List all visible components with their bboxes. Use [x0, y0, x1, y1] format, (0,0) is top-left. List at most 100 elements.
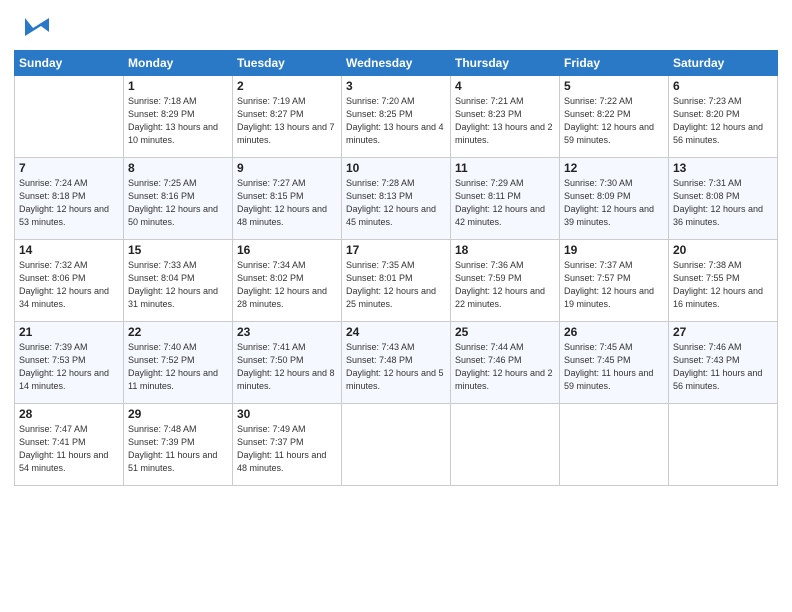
sunrise-text: Sunrise: 7:28 AM [346, 177, 446, 190]
sunset-text: Sunset: 8:25 PM [346, 108, 446, 121]
sunset-text: Sunset: 8:29 PM [128, 108, 228, 121]
sunrise-text: Sunrise: 7:22 AM [564, 95, 664, 108]
daylight-text: Daylight: 11 hours and 51 minutes. [128, 449, 228, 475]
sunrise-text: Sunrise: 7:49 AM [237, 423, 337, 436]
calendar-cell: 23Sunrise: 7:41 AMSunset: 7:50 PMDayligh… [233, 322, 342, 404]
daylight-text: Daylight: 12 hours and 50 minutes. [128, 203, 228, 229]
daylight-text: Daylight: 11 hours and 54 minutes. [19, 449, 119, 475]
sunrise-text: Sunrise: 7:29 AM [455, 177, 555, 190]
daylight-text: Daylight: 12 hours and 48 minutes. [237, 203, 337, 229]
day-number: 25 [455, 325, 555, 339]
sunrise-text: Sunrise: 7:39 AM [19, 341, 119, 354]
sunrise-text: Sunrise: 7:44 AM [455, 341, 555, 354]
sunrise-text: Sunrise: 7:45 AM [564, 341, 664, 354]
day-number: 16 [237, 243, 337, 257]
day-number: 13 [673, 161, 773, 175]
day-info: Sunrise: 7:40 AMSunset: 7:52 PMDaylight:… [128, 341, 228, 393]
sunrise-text: Sunrise: 7:30 AM [564, 177, 664, 190]
calendar-cell: 21Sunrise: 7:39 AMSunset: 7:53 PMDayligh… [15, 322, 124, 404]
daylight-text: Daylight: 12 hours and 34 minutes. [19, 285, 119, 311]
calendar-cell: 7Sunrise: 7:24 AMSunset: 8:18 PMDaylight… [15, 158, 124, 240]
day-info: Sunrise: 7:31 AMSunset: 8:08 PMDaylight:… [673, 177, 773, 229]
page-container: SundayMondayTuesdayWednesdayThursdayFrid… [0, 0, 792, 496]
calendar-cell: 20Sunrise: 7:38 AMSunset: 7:55 PMDayligh… [669, 240, 778, 322]
daylight-text: Daylight: 12 hours and 53 minutes. [19, 203, 119, 229]
sunset-text: Sunset: 8:22 PM [564, 108, 664, 121]
calendar-week-5: 28Sunrise: 7:47 AMSunset: 7:41 PMDayligh… [15, 404, 778, 486]
daylight-text: Daylight: 13 hours and 10 minutes. [128, 121, 228, 147]
daylight-text: Daylight: 12 hours and 16 minutes. [673, 285, 773, 311]
daylight-text: Daylight: 12 hours and 42 minutes. [455, 203, 555, 229]
col-header-friday: Friday [560, 51, 669, 76]
sunrise-text: Sunrise: 7:48 AM [128, 423, 228, 436]
day-info: Sunrise: 7:18 AMSunset: 8:29 PMDaylight:… [128, 95, 228, 147]
calendar-cell: 6 Sunrise: 7:23 AMSunset: 8:20 PMDaylight… [669, 76, 778, 158]
calendar-cell: 24Sunrise: 7:43 AMSunset: 7:48 PMDayligh… [342, 322, 451, 404]
day-info: Sunrise: 7:35 AMSunset: 8:01 PMDaylight:… [346, 259, 446, 311]
day-info: Sunrise: 7:46 AMSunset: 7:43 PMDaylight:… [673, 341, 773, 393]
sunset-text: Sunset: 7:46 PM [455, 354, 555, 367]
sunset-text: Sunset: 8:23 PM [455, 108, 555, 121]
day-info: Sunrise: 7:37 AMSunset: 7:57 PMDaylight:… [564, 259, 664, 311]
day-number: 18 [455, 243, 555, 257]
day-number: 27 [673, 325, 773, 339]
calendar-cell [342, 404, 451, 486]
calendar-week-2: 7Sunrise: 7:24 AMSunset: 8:18 PMDaylight… [15, 158, 778, 240]
page-header [14, 10, 778, 42]
calendar-cell: 11 Sunrise: 7:29 AMSunset: 8:11 PMDayligh… [451, 158, 560, 240]
day-number: 8 [128, 161, 228, 175]
sunrise-text: Sunrise: 7:24 AM [19, 177, 119, 190]
col-header-thursday: Thursday [451, 51, 560, 76]
sunset-text: Sunset: 7:37 PM [237, 436, 337, 449]
sunset-text: Sunset: 8:08 PM [673, 190, 773, 203]
daylight-text: Daylight: 12 hours and 36 minutes. [673, 203, 773, 229]
sunset-text: Sunset: 7:50 PM [237, 354, 337, 367]
sunrise-text: Sunrise: 7:41 AM [237, 341, 337, 354]
day-info: Sunrise: 7:43 AMSunset: 7:48 PMDaylight:… [346, 341, 446, 393]
daylight-text: Daylight: 12 hours and 19 minutes. [564, 285, 664, 311]
day-number: 21 [19, 325, 119, 339]
day-info: Sunrise: 7:24 AMSunset: 8:18 PMDaylight:… [19, 177, 119, 229]
calendar-cell: 18 Sunrise: 7:36 AMSunset: 7:59 PMDayligh… [451, 240, 560, 322]
sunset-text: Sunset: 7:43 PM [673, 354, 773, 367]
calendar-cell: 22Sunrise: 7:40 AMSunset: 7:52 PMDayligh… [124, 322, 233, 404]
day-number: 11 [455, 161, 555, 175]
calendar-week-1: 1Sunrise: 7:18 AMSunset: 8:29 PMDaylight… [15, 76, 778, 158]
sunset-text: Sunset: 7:39 PM [128, 436, 228, 449]
daylight-text: Daylight: 13 hours and 2 minutes. [455, 121, 555, 147]
sunrise-text: Sunrise: 7:36 AM [455, 259, 555, 272]
daylight-text: Daylight: 12 hours and 8 minutes. [237, 367, 337, 393]
day-info: Sunrise: 7:28 AMSunset: 8:13 PMDaylight:… [346, 177, 446, 229]
sunset-text: Sunset: 7:41 PM [19, 436, 119, 449]
day-info: Sunrise: 7:20 AMSunset: 8:25 PMDaylight:… [346, 95, 446, 147]
sunset-text: Sunset: 8:06 PM [19, 272, 119, 285]
day-info: Sunrise: 7:23 AMSunset: 8:20 PMDaylight:… [673, 95, 773, 147]
sunrise-text: Sunrise: 7:23 AM [673, 95, 773, 108]
sunset-text: Sunset: 7:52 PM [128, 354, 228, 367]
calendar-cell: 5Sunrise: 7:22 AMSunset: 8:22 PMDaylight… [560, 76, 669, 158]
day-info: Sunrise: 7:32 AMSunset: 8:06 PMDaylight:… [19, 259, 119, 311]
day-number: 30 [237, 407, 337, 421]
day-info: Sunrise: 7:34 AMSunset: 8:02 PMDaylight:… [237, 259, 337, 311]
sunrise-text: Sunrise: 7:31 AM [673, 177, 773, 190]
sunset-text: Sunset: 8:18 PM [19, 190, 119, 203]
calendar-cell: 25Sunrise: 7:44 AMSunset: 7:46 PMDayligh… [451, 322, 560, 404]
day-number: 3 [346, 79, 446, 93]
day-info: Sunrise: 7:22 AMSunset: 8:22 PMDaylight:… [564, 95, 664, 147]
calendar-table: SundayMondayTuesdayWednesdayThursdayFrid… [14, 50, 778, 486]
calendar-cell: 29Sunrise: 7:48 AMSunset: 7:39 PMDayligh… [124, 404, 233, 486]
day-info: Sunrise: 7:36 AMSunset: 7:59 PMDaylight:… [455, 259, 555, 311]
calendar-cell: 19Sunrise: 7:37 AMSunset: 7:57 PMDayligh… [560, 240, 669, 322]
day-number: 6 [673, 79, 773, 93]
calendar-cell: 14Sunrise: 7:32 AMSunset: 8:06 PMDayligh… [15, 240, 124, 322]
daylight-text: Daylight: 12 hours and 45 minutes. [346, 203, 446, 229]
daylight-text: Daylight: 11 hours and 48 minutes. [237, 449, 337, 475]
calendar-cell [15, 76, 124, 158]
daylight-text: Daylight: 13 hours and 4 minutes. [346, 121, 446, 147]
sunrise-text: Sunrise: 7:40 AM [128, 341, 228, 354]
day-info: Sunrise: 7:29 AMSunset: 8:11 PMDaylight:… [455, 177, 555, 229]
day-number: 10 [346, 161, 446, 175]
day-number: 4 [455, 79, 555, 93]
calendar-cell [451, 404, 560, 486]
sunrise-text: Sunrise: 7:19 AM [237, 95, 337, 108]
